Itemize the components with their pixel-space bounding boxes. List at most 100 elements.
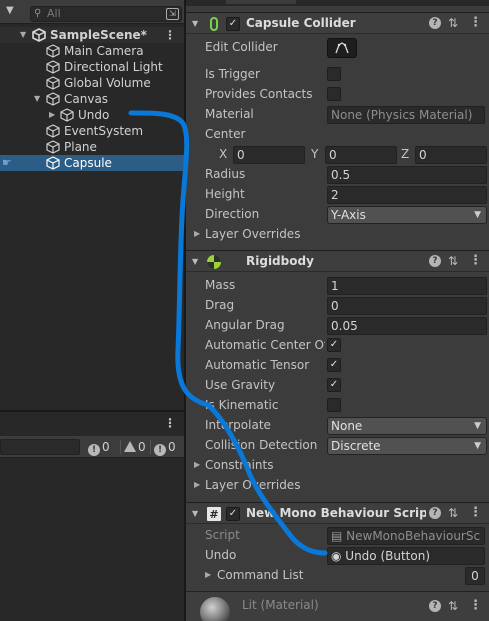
help-icon[interactable]: ? — [429, 255, 441, 267]
fold-icon[interactable]: ▼ — [192, 19, 198, 28]
hierarchy-item-label: Undo — [78, 108, 110, 122]
field-label: Is Trigger — [205, 67, 260, 81]
is-trigger-checkbox[interactable] — [327, 67, 341, 81]
foldout-icon[interactable]: ▶ — [194, 224, 200, 244]
interpolate-dropdown[interactable]: None ▼ — [327, 417, 487, 435]
edit-collider-button[interactable] — [327, 38, 357, 58]
hierarchy-item-eventsystem[interactable]: EventSystem — [0, 123, 184, 139]
component-menu-icon[interactable]: ⋮ — [469, 15, 482, 30]
drag-input[interactable]: 0 — [327, 297, 487, 315]
rigidbody-header[interactable]: ▼ Rigidbody ? ⇅ ⋮ — [186, 250, 489, 272]
foldout-icon[interactable]: ▶ — [194, 475, 200, 495]
field-label: Radius — [205, 167, 246, 181]
console-message-count[interactable]: ! 0 — [154, 439, 176, 456]
rb-layer-overrides-row[interactable]: ▶ Layer Overrides — [186, 475, 489, 495]
field-label: Direction — [205, 207, 260, 221]
inspector-panel: ▼ ✓ Capsule Collider ? ⇅ ⋮ Edit Collider… — [186, 0, 489, 621]
hierarchy-toolbar: ▼ ⚲ All ⇲ — [0, 0, 184, 24]
hierarchy-item-plane[interactable]: Plane — [0, 139, 184, 155]
height-input[interactable]: 2 — [327, 186, 487, 204]
auto-center-checkbox[interactable]: ✓ — [327, 338, 341, 352]
is-trigger-row: Is Trigger — [186, 64, 489, 84]
use-gravity-row: Use Gravity ✓ — [186, 375, 489, 395]
hierarchy-item-global-volume[interactable]: Global Volume — [0, 75, 184, 91]
presets-icon[interactable]: ⇅ — [448, 506, 458, 520]
radius-input[interactable]: 0.5 — [327, 166, 487, 184]
field-label: Height — [205, 187, 245, 201]
component-enabled-checkbox[interactable]: ✓ — [226, 507, 240, 521]
capsule-collider-header[interactable]: ▼ ✓ Capsule Collider ? ⇅ ⋮ — [186, 12, 489, 34]
field-label: Drag — [205, 298, 235, 312]
radius-row: Radius 0.5 — [186, 164, 489, 184]
help-icon[interactable]: ? — [429, 507, 441, 519]
script-row: Script ▤ NewMonoBehaviourSc — [186, 525, 489, 545]
dropdown-arrow-icon: ▼ — [474, 441, 481, 451]
presets-icon[interactable]: ⇅ — [448, 16, 458, 30]
field-label: Undo — [205, 548, 237, 562]
provides-contacts-row: Provides Contacts — [186, 84, 489, 104]
script-component-header[interactable]: ▼ # ✓ New Mono Behaviour Script (Sc ? ⇅ … — [186, 502, 489, 524]
expand-icon[interactable]: ▼ — [34, 91, 40, 107]
is-kinematic-checkbox[interactable] — [327, 398, 341, 412]
fold-icon[interactable]: ▼ — [192, 509, 198, 518]
hierarchy-panel: ▼ ⚲ All ⇲ ▼ SampleScene* ⋮ Main Camera D… — [0, 0, 184, 621]
hierarchy-search[interactable]: ⚲ All ⇲ — [30, 6, 182, 22]
scene-row[interactable]: ▼ SampleScene* ⋮ — [0, 27, 184, 43]
center-y-input[interactable]: 0 — [325, 146, 397, 164]
hierarchy-item-undo[interactable]: ▶ Undo — [0, 107, 184, 123]
filter-icon[interactable]: ⇲ — [166, 8, 179, 20]
auto-tensor-checkbox[interactable]: ✓ — [327, 358, 341, 372]
field-label: Collision Detection — [205, 438, 318, 452]
direction-dropdown[interactable]: Y-Axis ▼ — [327, 206, 487, 224]
gameobject-cube-icon — [46, 92, 60, 106]
dropdown-arrow-icon: ▼ — [474, 210, 481, 220]
field-label: Is Kinematic — [205, 398, 279, 412]
constraints-row[interactable]: ▶ Constraints — [186, 455, 489, 475]
hierarchy-item-main-camera[interactable]: Main Camera — [0, 43, 184, 59]
scene-expand-icon[interactable]: ▼ — [20, 27, 26, 43]
provides-contacts-checkbox[interactable] — [327, 87, 341, 101]
console-search-input[interactable] — [0, 439, 80, 455]
center-z-input[interactable]: 0 — [415, 146, 487, 164]
foldout-icon[interactable]: ▶ — [205, 565, 211, 585]
collision-dropdown[interactable]: Discrete ▼ — [327, 437, 487, 455]
scene-menu-icon[interactable]: ⋮ — [164, 27, 176, 43]
component-menu-icon[interactable]: ⋮ — [469, 505, 482, 520]
hierarchy-item-directional-light[interactable]: Directional Light — [0, 59, 184, 75]
angular-drag-input[interactable]: 0.05 — [327, 317, 487, 335]
search-icon: ⚲ — [34, 8, 42, 19]
presets-icon[interactable]: ⇅ — [448, 599, 458, 613]
hierarchy-item-capsule[interactable]: ☛ Capsule — [0, 155, 184, 171]
help-icon[interactable]: ? — [429, 600, 441, 612]
console-menu-icon[interactable]: ⋮ — [164, 416, 176, 430]
center-x-input[interactable]: 0 — [233, 146, 305, 164]
component-menu-icon[interactable]: ⋮ — [469, 253, 482, 268]
foldout-icon[interactable]: ▶ — [194, 455, 200, 475]
component-menu-icon[interactable]: ⋮ — [469, 598, 482, 613]
material-object-field[interactable]: None (Physics Material) — [327, 106, 485, 124]
console-error-count[interactable]: ! 0 — [88, 439, 110, 456]
component-enabled-checkbox[interactable]: ✓ — [226, 17, 240, 31]
console-warning-count[interactable]: 0 — [124, 439, 146, 455]
edit-collider-row: Edit Collider — [186, 37, 489, 58]
field-label: Provides Contacts — [205, 87, 313, 101]
hierarchy-item-label: Directional Light — [64, 60, 163, 74]
help-icon[interactable]: ? — [429, 17, 441, 29]
component-title: New Mono Behaviour Script (Sc — [246, 506, 426, 520]
hierarchy-item-canvas[interactable]: ▼ Canvas — [0, 91, 184, 107]
add-dropdown-icon[interactable]: ▼ — [6, 5, 14, 16]
list-size-input[interactable]: 0 — [465, 567, 485, 585]
use-gravity-checkbox[interactable]: ✓ — [327, 378, 341, 392]
material-header[interactable]: Lit (Material) ? ⇅ ⋮ — [186, 591, 489, 621]
layer-overrides-row[interactable]: ▶ Layer Overrides — [186, 224, 489, 244]
field-label: Automatic Tensor — [205, 358, 310, 372]
fold-icon[interactable]: ▼ — [192, 257, 198, 266]
dropdown-arrow-icon: ▼ — [474, 421, 481, 431]
command-list-row[interactable]: ▶ Command List 0 — [186, 565, 489, 585]
collapse-icon[interactable]: ▶ — [49, 107, 55, 123]
mass-input[interactable]: 1 — [327, 277, 487, 295]
svg-text:#: # — [209, 508, 218, 521]
capsule-collider-icon — [210, 17, 218, 31]
presets-icon[interactable]: ⇅ — [448, 254, 458, 268]
undo-object-field[interactable]: ◉ Undo (Button) — [327, 547, 485, 565]
